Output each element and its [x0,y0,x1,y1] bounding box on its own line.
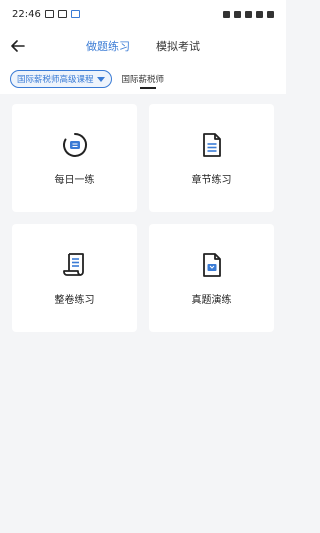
image-notification-icon [44,10,54,18]
alarm-icon [223,10,230,18]
back-arrow-icon [11,40,25,52]
back-button[interactable] [0,28,36,64]
mute-icon [234,10,241,18]
daily-practice-card[interactable]: 每日一练 [12,104,137,212]
subject-tab-underline [139,87,156,89]
status-right [223,10,274,18]
status-left: 22:46 [12,9,80,20]
filter-row: 国际薪税师高级课程 国际薪税师 [0,64,286,94]
tab-mock-exam[interactable]: 模拟考试 [156,34,200,58]
real-exam-card[interactable]: 真题演练 [149,224,274,332]
daily-practice-label: 每日一练 [54,174,95,186]
caret-down-icon [96,76,105,82]
subject-tab-label: 国际薪税师 [121,75,165,85]
course-selector-label: 国际薪税师高级课程 [17,75,94,85]
signal-icon [256,10,263,18]
daily-practice-icon [61,131,89,159]
wifi-icon [245,10,252,18]
chapter-practice-icon [198,131,226,159]
screenshot-notification-icon [57,10,67,18]
full-paper-label: 整卷练习 [54,294,95,306]
app-notification-icon [70,10,80,18]
full-paper-card[interactable]: 整卷练习 [12,224,137,332]
status-time: 22:46 [12,8,41,20]
chapter-practice-label: 章节练习 [191,174,232,186]
real-exam-label: 真题演练 [191,294,232,306]
battery-icon [267,10,274,18]
top-bar: 做题练习 模拟考试 [0,28,286,64]
real-exam-icon [198,251,226,279]
full-paper-icon [61,251,89,279]
mode-tabs: 做题练习 模拟考试 [0,28,286,64]
practice-grid: 每日一练 章节练习 整卷练习 真题演练 [0,94,286,332]
tab-practice[interactable]: 做题练习 [86,34,130,58]
subject-tab[interactable]: 国际薪税师 [121,73,165,89]
chapter-practice-card[interactable]: 章节练习 [149,104,274,212]
status-bar: 22:46 [0,0,286,28]
course-selector[interactable]: 国际薪税师高级课程 [10,70,112,88]
